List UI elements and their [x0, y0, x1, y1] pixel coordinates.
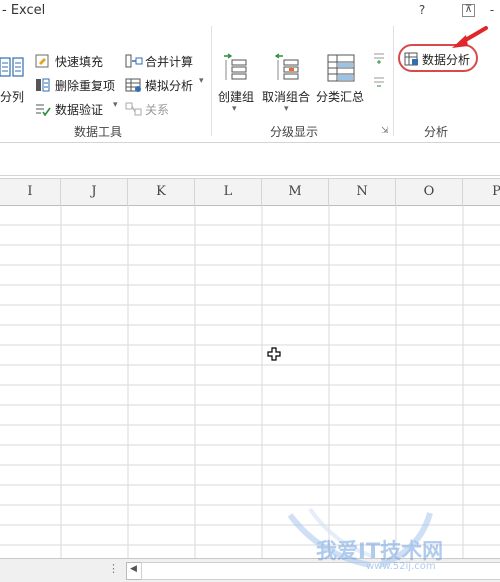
column-header-j[interactable]: J	[61, 179, 128, 205]
ungroup-label: 取消组合	[262, 90, 311, 104]
ribbon-display-options-button[interactable]: ⊼	[462, 4, 475, 17]
text-to-columns-icon	[0, 57, 24, 77]
subtotal-button[interactable]: 分类汇总	[316, 48, 368, 108]
subtotal-icon	[327, 54, 355, 82]
text-to-columns-label: 分列	[0, 90, 25, 104]
remove-duplicates-icon	[36, 78, 50, 92]
what-if-analysis-label: 模拟分析	[145, 79, 194, 93]
data-validation-icon	[36, 104, 51, 117]
app-title: - Excel	[2, 3, 46, 18]
column-header-l[interactable]: L	[195, 179, 262, 205]
outline-group-label: 分级显示	[270, 125, 319, 139]
formula-bar[interactable]	[0, 143, 500, 176]
column-headers: I J K L M N O P	[0, 178, 500, 206]
ribbon: 分列 快速填充 删除重复项 数据验证 ▾ 合并计算 模拟分析 ▾ 关系 数据工具…	[0, 22, 500, 143]
ungroup-button[interactable]: 取消组合 ▾	[262, 48, 314, 124]
relationships-label: 关系	[145, 103, 170, 117]
sheet-tab-bar: ⋮ ◀	[0, 558, 500, 582]
group-rows-icon	[224, 53, 247, 80]
scroll-left-icon: ◀	[130, 564, 137, 574]
chevron-down-icon: ▾	[113, 100, 118, 110]
subtotal-label: 分类汇总	[316, 90, 365, 104]
column-header-p[interactable]: P	[463, 179, 500, 205]
flash-fill-label: 快速填充	[55, 55, 104, 69]
column-header-k[interactable]: K	[128, 179, 195, 205]
consolidate-icon	[125, 54, 143, 68]
minimize-button[interactable]: -	[484, 2, 500, 18]
chevron-down-icon: ▾	[232, 104, 237, 114]
cell-grid[interactable]	[0, 205, 500, 558]
data-analysis-icon	[404, 52, 418, 66]
text-to-columns-button[interactable]: 分列	[0, 52, 30, 112]
column-header-o[interactable]: O	[396, 179, 463, 205]
dialog-launcher-icon[interactable]: ⇲	[381, 126, 389, 136]
scroll-left-button[interactable]: ◀	[126, 562, 142, 580]
column-header-n[interactable]: N	[329, 179, 396, 205]
annotation-arrow-icon	[452, 26, 488, 48]
horizontal-scrollbar[interactable]	[141, 562, 500, 580]
relationships-icon	[125, 102, 142, 116]
column-header-i[interactable]: I	[0, 179, 61, 205]
show-detail-icon[interactable]	[372, 50, 386, 64]
hide-detail-icon[interactable]	[372, 74, 386, 88]
remove-duplicates-label: 删除重复项	[55, 79, 116, 93]
group-label: 创建组	[218, 90, 255, 104]
data-tools-group-label: 数据工具	[74, 125, 123, 139]
data-validation-label: 数据验证	[55, 103, 104, 117]
chevron-down-icon: ▾	[199, 76, 204, 86]
ungroup-rows-icon	[274, 53, 299, 80]
cell-cursor-icon	[267, 347, 281, 361]
help-button[interactable]: ?	[414, 2, 430, 18]
analysis-group-label: 分析	[424, 125, 449, 139]
consolidate-label: 合并计算	[145, 55, 194, 69]
group-divider	[393, 26, 394, 136]
column-header-m[interactable]: M	[262, 179, 329, 205]
chevron-down-icon: ▾	[284, 104, 289, 114]
title-bar: - Excel ? ⊼ -	[0, 0, 500, 22]
group-divider	[211, 26, 212, 136]
what-if-analysis-icon	[125, 78, 141, 92]
group-button[interactable]: 创建组 ▾	[215, 48, 257, 124]
tab-split-handle-icon[interactable]: ⋮	[108, 562, 119, 575]
flash-fill-icon	[35, 54, 49, 68]
